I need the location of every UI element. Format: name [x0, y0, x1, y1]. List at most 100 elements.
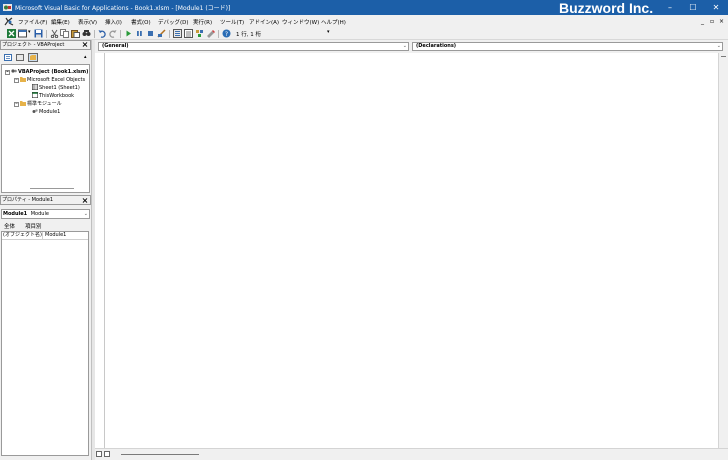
find-icon[interactable]	[82, 29, 91, 38]
menu-file[interactable]: ファイル(F)	[18, 18, 47, 26]
tree-item-module1[interactable]: Module1	[32, 108, 60, 115]
folder-icon	[20, 101, 26, 106]
code-vertical-scrollbar[interactable]	[718, 53, 728, 448]
collapse-icon[interactable]: –	[14, 102, 19, 107]
toolbar-separator	[94, 30, 95, 38]
undo-icon[interactable]	[98, 29, 107, 38]
workbook-icon	[32, 92, 38, 98]
project-explorer-icon[interactable]	[173, 29, 182, 38]
property-value[interactable]: Module1	[45, 232, 66, 239]
tree-item-sheet1[interactable]: Sheet1 (Sheet1)	[32, 84, 80, 91]
svg-text:?: ?	[225, 31, 228, 38]
tab-categorized[interactable]: 項目別	[25, 222, 42, 230]
code-horizontal-scrollbar[interactable]	[95, 448, 728, 460]
menu-insert[interactable]: 挿入(I)	[105, 18, 122, 26]
menu-run[interactable]: 実行(R)	[193, 18, 212, 26]
project-pane-toolbar: ▴	[0, 51, 91, 64]
project-tree: – VBAProject (Book1.xlsm) – Microsoft Exce…	[1, 64, 90, 193]
project-pane-close-button[interactable]: ×	[81, 41, 89, 49]
view-object-icon[interactable]	[16, 54, 24, 61]
mdi-close-button[interactable]: ×	[719, 18, 724, 25]
toolbar-options-icon[interactable]: ▾	[327, 29, 330, 35]
chevron-down-icon: ⌄	[83, 211, 88, 217]
code-margin-indicator-bar[interactable]	[95, 53, 105, 448]
paste-icon[interactable]	[71, 29, 80, 38]
menu-addins[interactable]: アドイン(A)	[249, 18, 279, 26]
cut-icon[interactable]	[50, 29, 59, 38]
object-browser-icon[interactable]	[195, 29, 204, 38]
toggle-folders-icon[interactable]	[28, 53, 38, 62]
tree-label: 標準モジュール	[27, 101, 62, 107]
toolbar-separator	[218, 30, 219, 38]
tree-label: Microsoft Excel Objects	[27, 77, 86, 83]
object-combo-value: (General)	[102, 43, 129, 49]
properties-pane-close-button[interactable]: ×	[81, 197, 89, 205]
full-module-view-icon[interactable]	[104, 451, 110, 457]
splitter-handle[interactable]	[721, 56, 726, 57]
collapse-icon[interactable]: –	[5, 70, 10, 75]
mdi-minimize-button[interactable]: _	[701, 18, 704, 25]
help-icon[interactable]: ?	[222, 29, 231, 38]
save-icon[interactable]	[34, 29, 43, 38]
properties-tabs: 全体 項目別	[1, 220, 90, 231]
excel-app-menu-icon[interactable]	[4, 17, 14, 26]
break-icon[interactable]	[135, 29, 144, 38]
redo-icon[interactable]	[108, 29, 117, 38]
vba-project-icon	[11, 69, 17, 73]
object-selector[interactable]: Module1 Module ⌄	[1, 209, 90, 219]
run-icon[interactable]	[124, 29, 133, 38]
insert-module-icon[interactable]	[18, 29, 27, 38]
properties-pane-header: プロパティ - Module1	[0, 195, 91, 205]
project-tree-hscroll-thumb[interactable]	[30, 188, 74, 189]
object-type-label: Module	[30, 211, 49, 217]
copy-icon[interactable]	[60, 29, 69, 38]
vba-app-icon	[3, 4, 12, 11]
tree-item-vbaproject[interactable]: – VBAProject (Book1.xlsm)	[5, 68, 88, 75]
toolbox-icon[interactable]	[206, 29, 215, 38]
chevron-down-icon: ⌄	[716, 43, 721, 49]
menu-bar: ファイル(F) 編集(E) 表示(V) 挿入(I) 書式(O) デバッグ(D) …	[0, 15, 728, 28]
property-name: (オブジェクト名)	[3, 232, 43, 239]
tree-label: Sheet1 (Sheet1)	[39, 85, 80, 91]
menu-view[interactable]: 表示(V)	[78, 18, 97, 26]
excel-icon[interactable]	[7, 29, 16, 38]
menu-window[interactable]: ウィンドウ(W)	[282, 18, 319, 26]
scrollbar-thumb[interactable]	[121, 454, 199, 455]
maximize-button[interactable]: ☐	[682, 0, 704, 15]
reset-icon[interactable]	[146, 29, 155, 38]
menu-edit[interactable]: 編集(E)	[51, 18, 70, 26]
close-button[interactable]: ✕	[705, 0, 727, 15]
procedure-combo[interactable]: (Declarations) ⌄	[412, 42, 723, 51]
object-name-label: Module1	[3, 211, 28, 217]
tree-item-modules-folder[interactable]: – 標準モジュール	[14, 100, 62, 107]
properties-pane-title: プロパティ - Module1	[2, 197, 54, 203]
cursor-position-label: 1 行, 1 桁	[236, 32, 261, 38]
mdi-restore-button[interactable]: ▫	[710, 18, 714, 25]
property-row[interactable]: (オブジェクト名) Module1	[2, 232, 88, 240]
collapse-icon[interactable]: –	[14, 78, 19, 83]
standard-toolbar: ▾ ? 1 行, 1 桁 ▾	[0, 28, 728, 40]
procedure-view-icon[interactable]	[96, 451, 102, 457]
minimize-button[interactable]: –	[659, 0, 681, 15]
worksheet-icon	[32, 84, 38, 90]
insert-dropdown-icon[interactable]: ▾	[28, 29, 31, 35]
toolbar-separator	[169, 30, 170, 38]
tab-alphabetic[interactable]: 全体	[4, 222, 15, 230]
tree-item-excel-objects[interactable]: – Microsoft Excel Objects	[14, 76, 85, 83]
properties-grid: (オブジェクト名) Module1	[1, 231, 89, 456]
menu-help[interactable]: ヘルプ(H)	[321, 18, 346, 26]
properties-icon[interactable]	[184, 29, 193, 38]
toolbar-separator	[46, 30, 47, 38]
code-editor[interactable]	[105, 53, 718, 448]
tree-item-thisworkbook[interactable]: ThisWorkbook	[32, 92, 74, 99]
project-pane-scroll-icon[interactable]: ▴	[84, 54, 87, 60]
menu-tools[interactable]: ツール(T)	[220, 18, 244, 26]
project-pane-header: プロジェクト - VBAProject	[0, 40, 91, 50]
menu-format[interactable]: 書式(O)	[131, 18, 151, 26]
chevron-down-icon: ⌄	[402, 43, 407, 49]
object-combo[interactable]: (General) ⌄	[98, 42, 409, 51]
menu-debug[interactable]: デバッグ(D)	[158, 18, 189, 26]
view-code-icon[interactable]	[4, 54, 12, 61]
module-icon	[32, 109, 38, 113]
design-mode-icon[interactable]	[157, 29, 166, 38]
